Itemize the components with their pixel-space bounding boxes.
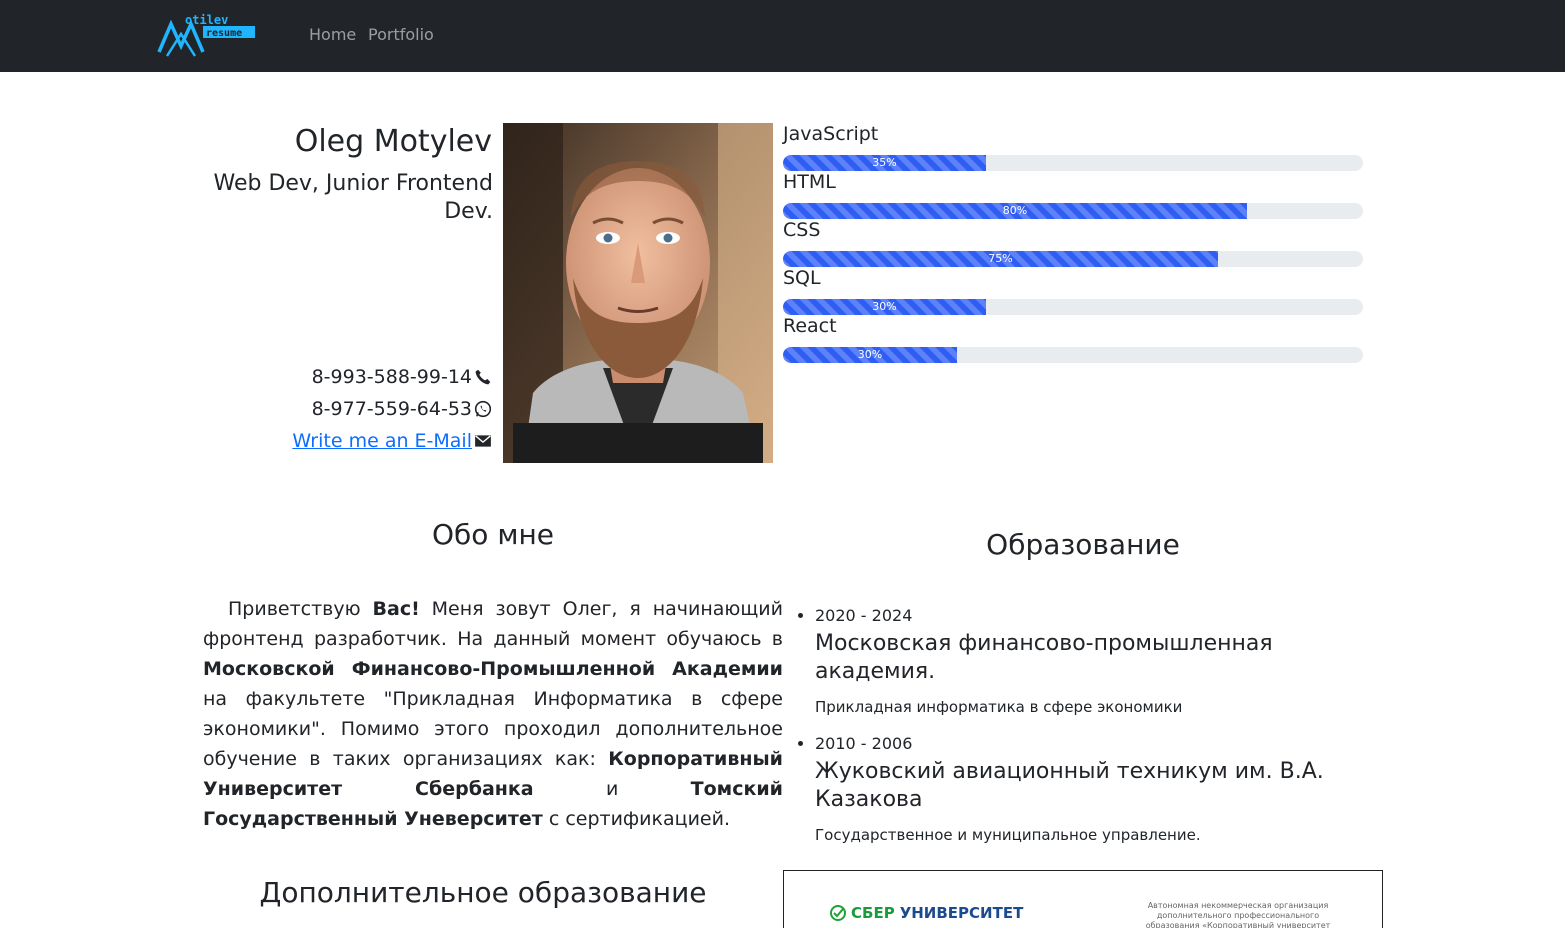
email-contact: Write me an E-Mail — [292, 430, 492, 452]
profile-name: Oleg Motylev — [294, 124, 492, 159]
additional-education-heading: Дополнительное образование — [259, 876, 707, 909]
skill-bar-sql: 30% — [783, 299, 1363, 315]
profile-role: Web Dev, Junior Frontend Dev. — [213, 171, 493, 224]
svg-text:otilev: otilev — [185, 13, 228, 27]
education-item: 2020 - 2024 Московская финансово-промышл… — [815, 604, 1375, 718]
skill-fill-html: 80% — [783, 203, 1247, 219]
skill-label-css: CSS — [783, 219, 821, 241]
sber-logo-icon — [830, 905, 846, 921]
education-specialty: Прикладная информатика в сфере экономики — [815, 698, 1183, 716]
phone-contact: 8-993-588-99-14 — [312, 366, 492, 388]
brand-logo[interactable]: otilev resume — [155, 12, 259, 60]
education-school: Жуковский авиационный техникум им. В.А. … — [815, 759, 1324, 812]
nav-portfolio-link[interactable]: Portfolio — [368, 25, 434, 44]
education-heading: Образование — [986, 528, 1180, 561]
skill-fill-javascript: 35% — [783, 155, 986, 171]
certificate-org-text: Автономная некоммерческая организация до… — [1145, 901, 1331, 928]
phone-icon — [475, 369, 491, 385]
skill-fill-sql: 30% — [783, 299, 986, 315]
skill-bar-react: 30% — [783, 347, 1363, 363]
phone-number: 8-993-588-99-14 — [311, 366, 472, 388]
education-school: Московская финансово-промышленная академ… — [815, 631, 1273, 684]
education-years: 2020 - 2024 — [815, 606, 913, 625]
skill-bar-css: 75% — [783, 251, 1363, 267]
skill-label-javascript: JavaScript — [783, 123, 879, 145]
skill-fill-react: 30% — [783, 347, 957, 363]
education-item: 2010 - 2006 Жуковский авиационный техник… — [815, 732, 1375, 846]
skill-fill-css: 75% — [783, 251, 1218, 267]
whatsapp-icon — [474, 400, 492, 418]
skill-label-html: HTML — [783, 171, 836, 193]
whatsapp-contact: 8-977-559-64-53 — [312, 398, 492, 420]
education-years: 2010 - 2006 — [815, 734, 913, 753]
whatsapp-number: 8-977-559-64-53 — [311, 398, 472, 420]
skill-label-react: React — [783, 315, 837, 337]
profile-photo — [503, 123, 773, 463]
education-list: 2020 - 2024 Московская финансово-промышл… — [815, 604, 1375, 860]
navbar: otilev resume Home Portfolio — [0, 0, 1565, 72]
education-specialty: Государственное и муниципальное управлен… — [815, 826, 1201, 844]
about-heading: Обо мне — [432, 518, 554, 551]
sber-university-logo: СБЕР УНИВЕРСИТЕТ — [829, 904, 1023, 922]
certificate-image[interactable]: СБЕР УНИВЕРСИТЕТ Автономная некоммерческа… — [783, 870, 1383, 928]
about-text: Приветствую Вас! Меня зовут Олег, я начи… — [203, 598, 783, 830]
skill-bar-javascript: 35% — [783, 155, 1363, 171]
svg-text:resume: resume — [206, 28, 242, 39]
skill-bar-html: 80% — [783, 203, 1363, 219]
skill-label-sql: SQL — [783, 267, 821, 289]
email-link[interactable]: Write me an E-Mail — [292, 430, 472, 452]
mail-icon — [475, 435, 491, 447]
nav-home-link[interactable]: Home — [309, 25, 356, 44]
